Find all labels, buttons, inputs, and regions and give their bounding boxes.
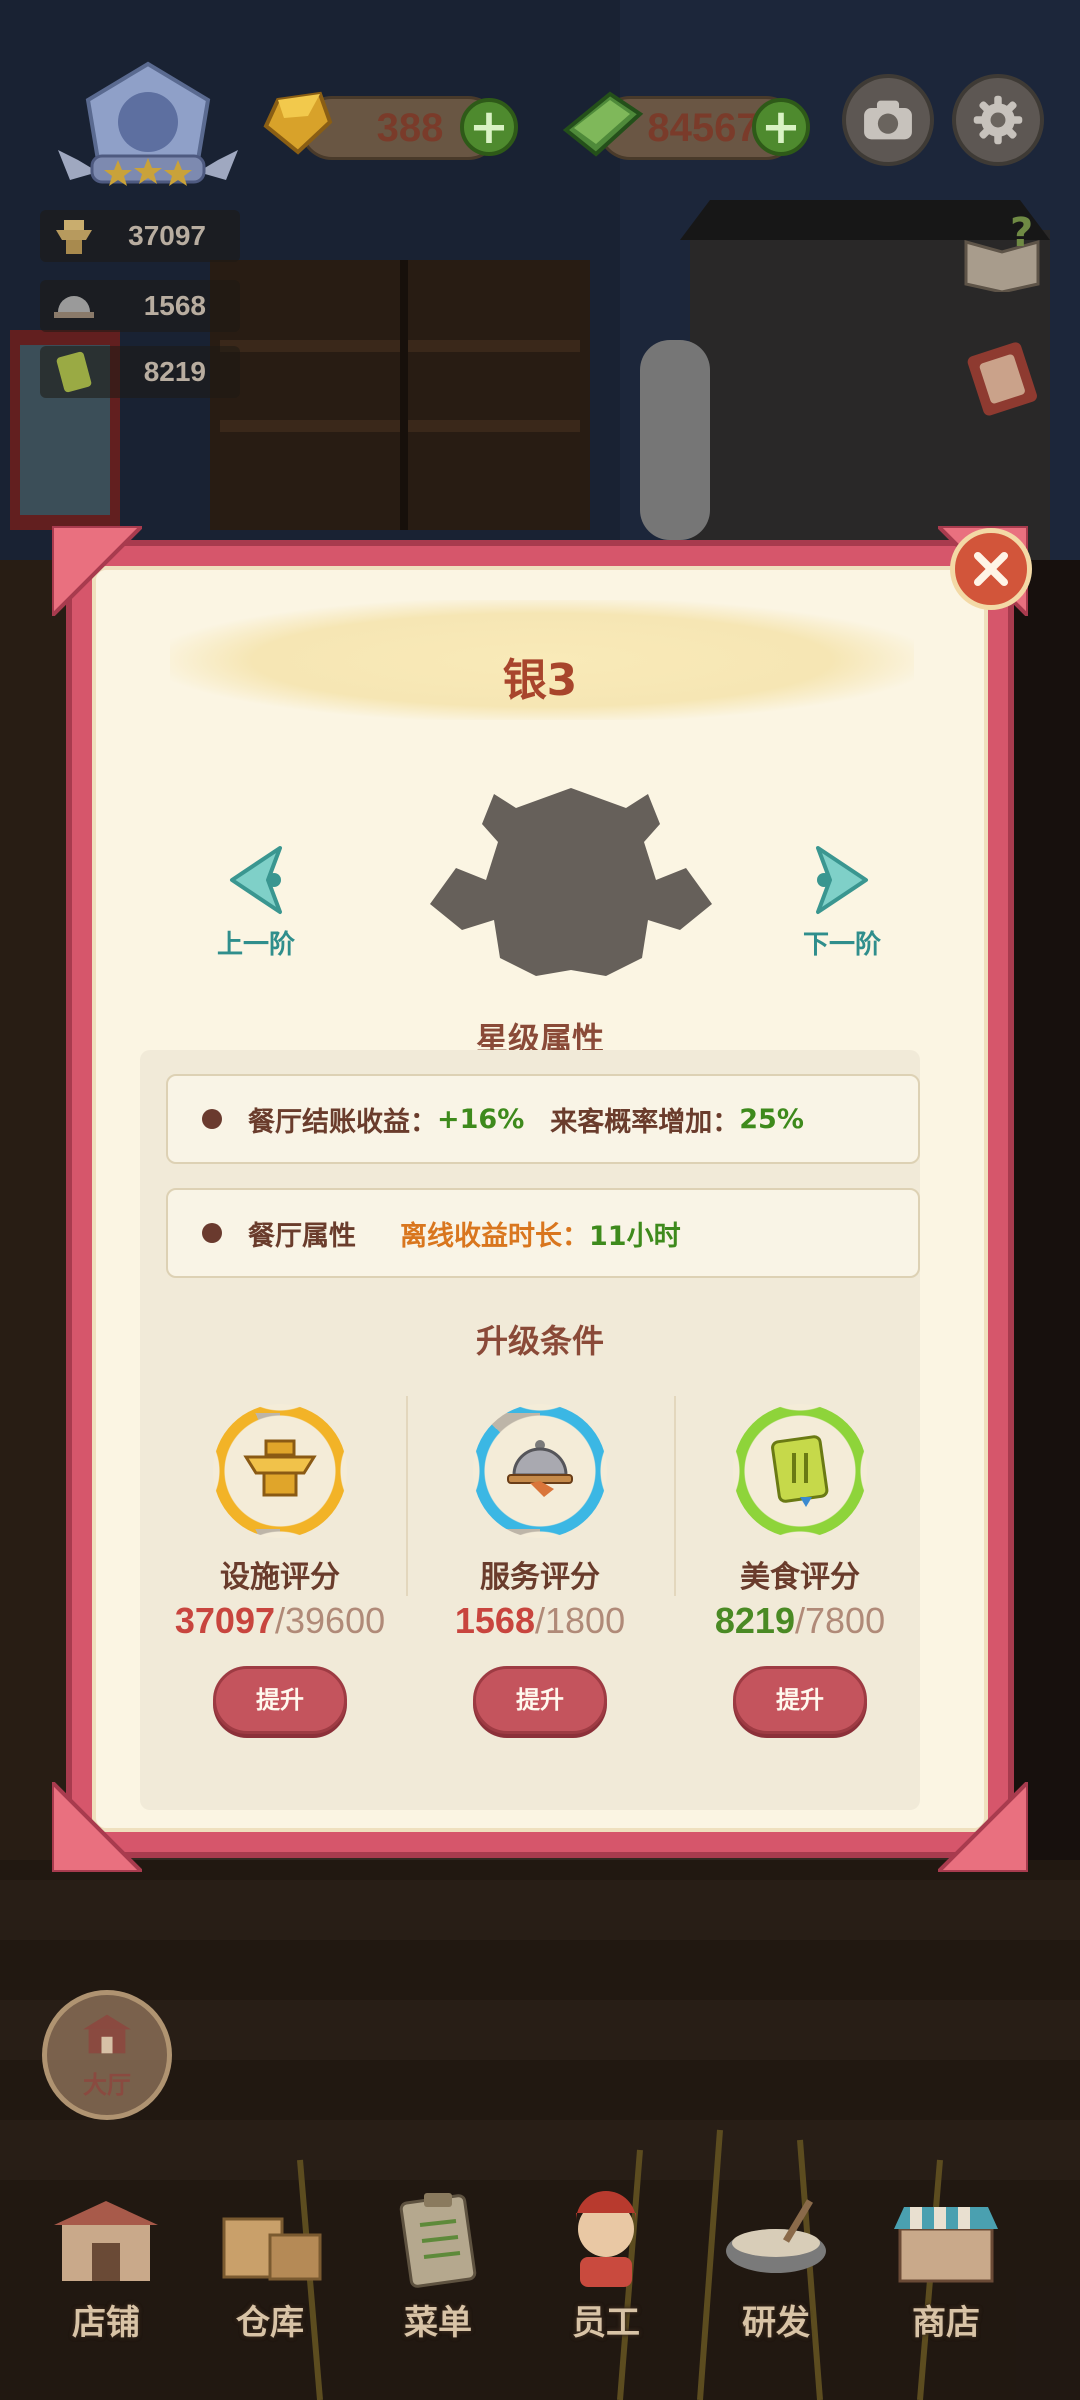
store-stall-icon	[894, 2207, 998, 2283]
recipe-book-icon	[967, 342, 1037, 416]
service-label: 服务评分	[480, 1560, 600, 1595]
service-cloche-icon	[507, 1440, 573, 1497]
food-book-icon	[56, 351, 92, 393]
condition-facility: 设施评分 37097/39600 提升	[160, 1404, 400, 1734]
upgrade-food-button[interactable]: 提升	[733, 1666, 867, 1734]
prev-tier-label: 上一阶	[216, 930, 295, 960]
settings-button[interactable]	[952, 74, 1044, 166]
hall-label: 大厅	[83, 2071, 131, 2099]
tab-label: 仓库	[236, 2303, 304, 2343]
frame-corner-bottom-left	[52, 1782, 142, 1872]
cash-bundle-icon	[560, 84, 646, 164]
cash-amount: 84567	[647, 105, 759, 150]
facility-label: 设施评分	[220, 1560, 340, 1595]
attr-row-offline: 餐厅属性 离线收益时长： 11小时	[166, 1188, 920, 1278]
facility-progress-ring	[213, 1404, 347, 1538]
food-book-icon	[771, 1435, 829, 1507]
svg-text:?: ?	[1010, 212, 1033, 256]
arrow-right-icon	[816, 846, 868, 914]
add-cash-button[interactable]: +	[752, 98, 810, 156]
camera-button[interactable]	[842, 74, 934, 166]
bullet-dot	[202, 1223, 222, 1243]
cooking-pot-icon	[726, 2199, 826, 2273]
storefront-icon	[54, 2201, 158, 2281]
divider	[406, 1396, 408, 1596]
level-badge-icon[interactable]	[48, 60, 248, 200]
tab-label: 员工	[572, 2303, 640, 2343]
frame-corner-bottom-right	[938, 1782, 1028, 1872]
upgrade-facility-button[interactable]: 提升	[213, 1666, 347, 1734]
close-icon	[973, 551, 1009, 587]
facility-stat: 37097	[40, 210, 240, 262]
tab-shop-front[interactable]: 店铺	[36, 2185, 176, 2343]
gear-icon	[973, 95, 1023, 145]
next-tier-button[interactable]: 下一阶	[782, 840, 902, 961]
food-stat: 8219	[40, 346, 240, 398]
service-value: 1568/1800	[454, 1600, 626, 1641]
tab-label: 研发	[742, 2303, 810, 2343]
tier-badge-silhouette-icon	[430, 788, 712, 976]
upgrade-service-button[interactable]: 提升	[473, 1666, 607, 1734]
facility-value: 37097/39600	[174, 1600, 386, 1641]
add-gold-button[interactable]: +	[460, 98, 518, 156]
gold-ingot-icon	[258, 86, 338, 162]
tab-label: 商店	[912, 2303, 980, 2343]
hall-button[interactable]: 大厅	[42, 1990, 172, 2120]
condition-service: 服务评分 1568/1800 提升	[420, 1404, 660, 1734]
food-progress-ring	[733, 1404, 867, 1538]
divider	[674, 1396, 676, 1596]
tab-staff[interactable]: 员工	[536, 2185, 676, 2343]
hall-house-icon	[83, 2014, 131, 2054]
tab-label: 菜单	[404, 2303, 472, 2343]
tab-research[interactable]: 研发	[706, 2185, 846, 2343]
facility-icon	[56, 220, 92, 254]
service-stat: 1568	[40, 280, 240, 332]
prev-tier-button[interactable]: 上一阶	[196, 840, 316, 961]
gold-amount: 388	[376, 105, 444, 150]
tab-menu[interactable]: 菜单	[368, 2185, 508, 2343]
attr-row-income: 餐厅结账收益： +16% 来客概率增加： 25%	[166, 1074, 920, 1164]
tab-store[interactable]: 商店	[876, 2185, 1016, 2343]
next-tier-label: 下一阶	[802, 930, 881, 960]
boxes-icon	[222, 2217, 322, 2281]
food-label: 美食评分	[740, 1560, 860, 1595]
condition-food: 美食评分 8219/7800 提升	[680, 1404, 920, 1734]
bullet-dot	[202, 1109, 222, 1129]
service-progress-ring	[473, 1404, 607, 1538]
upgrade-title: 升级条件	[475, 1322, 604, 1360]
food-value: 8219/7800	[714, 1600, 886, 1641]
frame-corner-top-left	[52, 526, 142, 616]
modal-title: 银3	[502, 655, 578, 706]
staff-character-icon	[576, 2191, 636, 2287]
help-book-icon: ?	[964, 210, 1040, 294]
tab-label: 店铺	[72, 2303, 140, 2343]
help-book-button[interactable]: ?	[960, 210, 1044, 294]
recipe-book-button[interactable]	[962, 338, 1042, 418]
close-button[interactable]	[950, 528, 1032, 610]
arrow-left-icon	[230, 846, 282, 914]
tab-warehouse[interactable]: 仓库	[200, 2185, 340, 2343]
facility-icon	[243, 1439, 317, 1497]
clipboard-icon	[399, 2193, 477, 2288]
camera-icon	[864, 100, 912, 140]
service-cloche-icon	[54, 296, 94, 318]
